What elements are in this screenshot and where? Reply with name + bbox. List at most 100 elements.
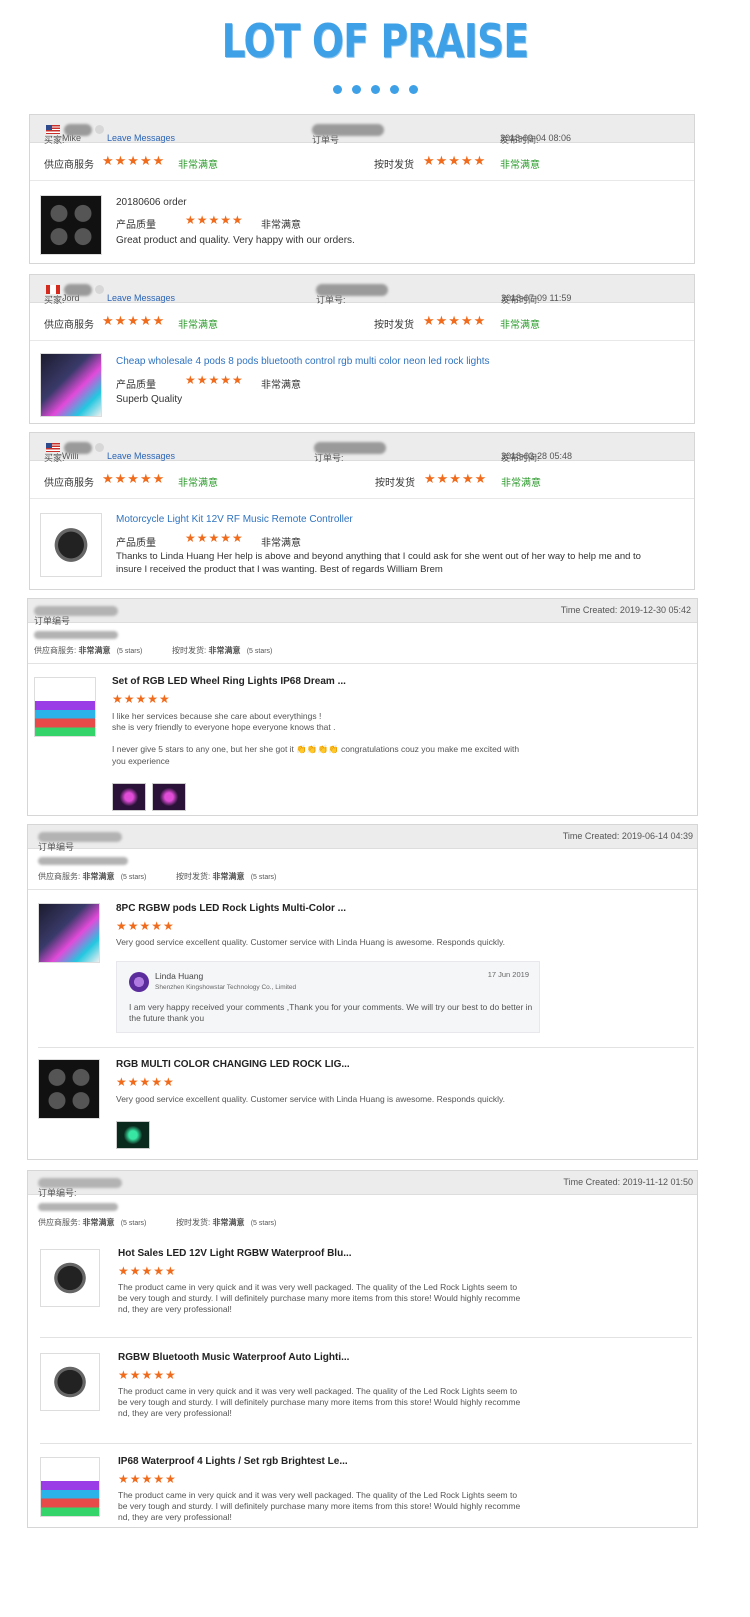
product-title[interactable]: 8PC RGBW pods LED Rock Lights Multi-Colo… xyxy=(116,903,346,914)
supplier-service-label: 供应商服务: xyxy=(38,1218,81,1227)
review-line: Very good service excellent quality. Cus… xyxy=(116,1094,505,1104)
user-status-icon xyxy=(95,125,104,134)
product-thumbnail[interactable] xyxy=(40,1353,100,1411)
redacted-order-number xyxy=(312,124,384,136)
item-stars: ★★★★★ xyxy=(116,1075,175,1089)
product-thumbnail[interactable] xyxy=(40,513,102,577)
leave-messages-link[interactable]: Leave Messages xyxy=(107,293,175,303)
reply-line: I am very happy received your comments ,… xyxy=(129,1002,533,1012)
supplier-rating: 非常满意 xyxy=(78,646,111,655)
redacted-buyer xyxy=(38,857,128,865)
time-created: Time Created: 2019-11-12 01:50 xyxy=(563,1177,693,1187)
product-thumbnail[interactable] xyxy=(40,353,102,417)
item-stars: ★★★★★ xyxy=(118,1472,177,1486)
review-date: 2018-07-09 11:59 xyxy=(501,293,572,303)
item-stars: ★★★★★ xyxy=(112,692,171,706)
shipping-rating: 非常满意 xyxy=(501,478,541,489)
redacted-order-number xyxy=(38,832,122,842)
supplier-stars: ★★★★★ xyxy=(102,313,166,328)
product-thumbnail[interactable] xyxy=(40,1249,100,1307)
product-thumbnail[interactable] xyxy=(38,903,100,963)
divider xyxy=(28,663,697,664)
supplier-rating: 非常满意 xyxy=(82,1218,115,1227)
user-status-icon xyxy=(95,285,104,294)
review-line: be very tough and sturdy. I will definit… xyxy=(118,1397,521,1407)
shipping-label: 按时发货 xyxy=(375,478,415,489)
divider xyxy=(38,1047,694,1048)
review-line: nd, they are very professional! xyxy=(118,1512,232,1522)
legacy-review-card: 买家: Mike Leave Messages 订单号 发布时间: 2018-09… xyxy=(29,114,695,264)
time-created: Time Created: 2019-12-30 05:42 xyxy=(560,605,691,615)
quality-label: 产品质量 xyxy=(116,380,156,391)
product-title[interactable]: IP68 Waterproof 4 Lights / Set rgb Brigh… xyxy=(118,1456,348,1467)
redacted-order-number xyxy=(316,284,388,296)
divider xyxy=(40,1443,692,1444)
review-line: The product came in very quick and it wa… xyxy=(118,1282,518,1292)
review-line: you experience xyxy=(112,756,170,766)
redacted-order-number xyxy=(34,606,118,616)
quality-rating: 非常满意 xyxy=(261,380,301,391)
product-title[interactable]: Hot Sales LED 12V Light RGBW Waterproof … xyxy=(118,1248,352,1259)
product-thumbnail[interactable] xyxy=(40,195,102,255)
product-title[interactable]: Set of RGB LED Wheel Ring Lights IP68 Dr… xyxy=(112,676,346,687)
shipping-label: 按时发货 xyxy=(374,320,414,331)
review-photo[interactable] xyxy=(116,1121,150,1149)
supplier-rating: 非常满意 xyxy=(178,160,218,171)
product-thumbnail[interactable] xyxy=(38,1059,100,1119)
shipping-stars-text: (5 stars) xyxy=(246,648,273,655)
rating-row: 供应商服务 ★★★★★ 非常满意 按时发货 ★★★★★ 非常满意 xyxy=(30,461,694,499)
product-title[interactable]: RGBW Bluetooth Music Waterproof Auto Lig… xyxy=(118,1352,349,1363)
review-photo[interactable] xyxy=(112,783,146,811)
review-header-bar: 买家: Mike Leave Messages 订单号 发布时间: 2018-09… xyxy=(30,115,694,145)
supplier-rating: 非常满意 xyxy=(178,320,218,331)
product-thumbnail[interactable] xyxy=(34,677,96,737)
product-title-link[interactable]: Cheap wholesale 4 pods 8 pods bluetooth … xyxy=(116,356,490,367)
review-line: The product came in very quick and it wa… xyxy=(118,1386,518,1396)
review-photo[interactable] xyxy=(152,783,186,811)
item-stars: ★★★★★ xyxy=(116,919,175,933)
review-comment-line: Thanks to Linda Huang Her help is above … xyxy=(116,551,641,562)
supplier-stars: ★★★★★ xyxy=(102,471,166,486)
supplier-service-label: 供应商服务 xyxy=(44,160,94,171)
quality-stars: ★★★★★ xyxy=(185,373,244,387)
shipping-rating: 非常满意 xyxy=(212,872,245,881)
review-header-bar: 买家: Jord Leave Messages 订单号: 发布时间: 2018-0… xyxy=(30,275,694,305)
shipping-rating: 非常满意 xyxy=(208,646,241,655)
shipping-label: 按时发货: xyxy=(176,1218,211,1227)
reply-line: the future thank you xyxy=(129,1013,205,1023)
product-title: 20180606 order xyxy=(116,197,187,208)
review-line: be very tough and sturdy. I will definit… xyxy=(118,1501,521,1511)
order-review-card: 订单编号: Time Created: 2019-11-12 01:50 供应商… xyxy=(27,1170,698,1528)
review-date: 2018-09-04 08:06 xyxy=(500,133,572,143)
review-line: she is very friendly to everyone hope ev… xyxy=(112,722,336,732)
review-line: nd, they are very professional! xyxy=(118,1304,232,1314)
product-thumbnail[interactable] xyxy=(40,1457,100,1517)
shipping-stars: ★★★★★ xyxy=(423,313,487,328)
leave-messages-link[interactable]: Leave Messages xyxy=(107,451,175,461)
shipping-label: 按时发货 xyxy=(374,160,414,171)
quality-label: 产品质量 xyxy=(116,220,156,231)
item-stars: ★★★★★ xyxy=(118,1368,177,1382)
supplier-service-label: 供应商服务: xyxy=(38,872,81,881)
review-comment: Superb Quality xyxy=(116,394,183,405)
legacy-review-card: 买家: Jord Leave Messages 订单号: 发布时间: 2018-0… xyxy=(29,274,695,424)
product-title-link[interactable]: Motorcycle Light Kit 12V RF Music Remote… xyxy=(116,514,353,525)
redacted-order-number xyxy=(314,442,386,454)
divider xyxy=(28,889,697,890)
redacted-buyer xyxy=(34,631,118,639)
quality-rating: 非常满意 xyxy=(261,538,301,549)
shipping-rating: 非常满意 xyxy=(500,160,540,171)
rating-row: 供应商服务 ★★★★★ 非常满意 按时发货 ★★★★★ 非常满意 xyxy=(30,303,694,341)
quality-rating: 非常满意 xyxy=(261,220,301,231)
seller-avatar xyxy=(129,972,149,992)
supplier-stars-text: (5 stars) xyxy=(120,874,147,881)
leave-messages-link[interactable]: Leave Messages xyxy=(107,133,175,143)
reply-author: Linda Huang xyxy=(155,971,204,981)
product-title[interactable]: RGB MULTI COLOR CHANGING LED ROCK LIG... xyxy=(116,1059,350,1070)
order-header-bar: 订单编号 Time Created: 2019-06-14 04:39 xyxy=(28,825,697,852)
review-line: The product came in very quick and it wa… xyxy=(118,1490,518,1500)
supplier-stars-text: (5 stars) xyxy=(116,648,143,655)
shipping-rating: 非常满意 xyxy=(212,1218,245,1227)
review-header-bar: 买家: Willi Leave Messages 订单号: 发布时间: 2018-… xyxy=(30,433,694,463)
supplier-stars-text: (5 stars) xyxy=(120,1220,147,1227)
